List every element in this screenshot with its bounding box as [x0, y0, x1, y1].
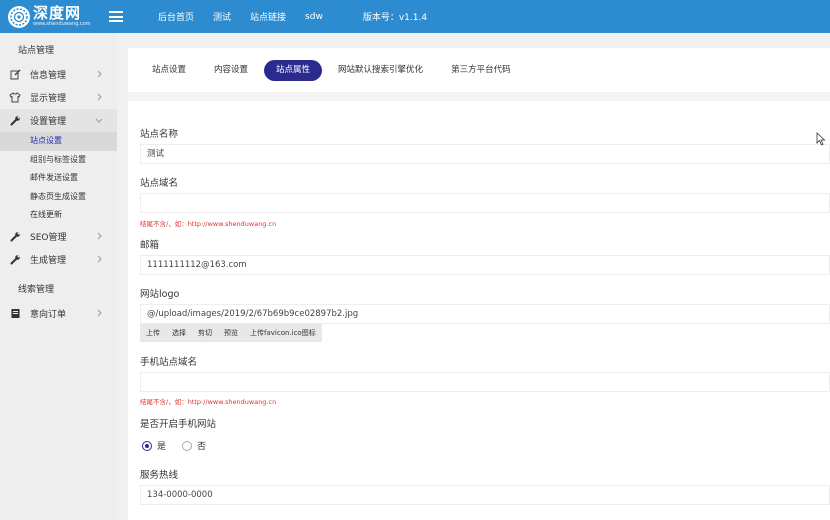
sidebar-subitem-site-settings[interactable]: 站点设置	[0, 132, 117, 151]
sidebar-item-settings[interactable]: 设置管理	[0, 109, 117, 132]
tab-content-settings[interactable]: 内容设置	[202, 60, 260, 81]
wrench-icon	[9, 115, 21, 127]
select-button[interactable]: 选择	[166, 324, 192, 342]
site-name-field[interactable]: 测试	[140, 144, 830, 164]
sidebar-item-label: 设置管理	[30, 117, 67, 127]
main-content: 站点设置 内容设置 站点属性 网站默认搜索引擎优化 第三方平台代码 站点名称 测…	[128, 48, 830, 520]
order-icon	[9, 307, 21, 319]
sidebar: 站点管理 信息管理 显示管理 设置管理 站点设置 组别与标签设置 邮件发送设置 …	[0, 33, 117, 520]
site-domain-field[interactable]	[140, 193, 830, 213]
radio-yes[interactable]	[142, 440, 152, 451]
mobile-domain-label: 手机站点域名	[140, 357, 198, 368]
topnav-sdw-link[interactable]: sdw	[305, 12, 323, 22]
radio-no[interactable]	[182, 440, 193, 451]
hotline-field[interactable]: 134-0000-0000	[140, 485, 830, 505]
chevron-down-icon	[95, 118, 103, 123]
mobile-enable-radios: 是 否	[142, 439, 222, 452]
logo-path-field[interactable]: @/upload/images/2019/2/67b69b9ce02897b2.…	[140, 304, 830, 324]
wrench-icon	[9, 230, 21, 242]
mobile-domain-hint: 结尾不含/，如：http://www.shenduwang.cn	[140, 398, 277, 406]
hotline-label: 服务热线	[140, 470, 179, 481]
upload-favicon-button[interactable]: 上传favicon.ico图标	[244, 324, 322, 342]
site-domain-hint: 结尾不含/，如：http://www.shenduwang.cn	[140, 220, 277, 228]
mobile-enable-label: 是否开启手机网站	[140, 419, 217, 430]
logo-subtext: www.shenduwang.com	[33, 21, 91, 27]
sidebar-item-label: 显示管理	[30, 94, 67, 104]
divider-band	[128, 93, 830, 101]
chevron-right-icon	[97, 93, 102, 101]
chevron-right-icon	[97, 309, 102, 316]
tab-third-party-code[interactable]: 第三方平台代码	[439, 60, 523, 81]
logo-icon	[8, 5, 30, 28]
edit-icon	[9, 69, 21, 81]
site-name-label: 站点名称	[140, 129, 179, 140]
preview-button[interactable]: 预览	[218, 324, 244, 342]
top-nav: 后台首页 测试 站点链接 sdw 版本号：v1.1.4	[158, 10, 428, 24]
sidebar-section-site: 站点管理	[18, 46, 55, 56]
sidebar-subitem-groups-tags[interactable]: 组别与标签设置	[0, 151, 117, 170]
mobile-domain-field[interactable]	[140, 372, 830, 392]
sidebar-item-seo[interactable]: SEO管理	[0, 225, 117, 248]
radio-no-label: 否	[197, 442, 207, 452]
radio-yes-label: 是	[157, 442, 167, 452]
sidebar-item-orders[interactable]: 意向订单	[0, 302, 117, 325]
menu-toggle-icon[interactable]	[109, 11, 123, 22]
topnav-site-link[interactable]: 站点链接	[250, 10, 286, 23]
site-domain-label: 站点域名	[140, 178, 179, 189]
sidebar-section-leads: 线索管理	[18, 284, 55, 295]
sidebar-subitem-online-update[interactable]: 在线更新	[0, 206, 117, 225]
topnav-home-link[interactable]: 后台首页	[158, 10, 194, 23]
tab-site-settings[interactable]: 站点设置	[140, 60, 198, 81]
settings-tabs: 站点设置 内容设置 站点属性 网站默认搜索引擎优化 第三方平台代码	[128, 48, 830, 93]
email-label: 邮箱	[140, 240, 160, 251]
logo-text: 深度网	[33, 4, 82, 22]
upload-button[interactable]: 上传	[140, 324, 166, 342]
email-field[interactable]: 1111111112@163.com	[140, 255, 830, 275]
sidebar-item-label: 生成管理	[30, 255, 67, 266]
sidebar-item-info[interactable]: 信息管理	[0, 63, 117, 86]
upload-button-group: 上传 选择 剪切 预览 上传favicon.ico图标	[140, 324, 322, 342]
tab-seo-default[interactable]: 网站默认搜索引擎优化	[326, 60, 435, 81]
version-label: 版本号：v1.1.4	[362, 13, 428, 23]
wrench-icon	[9, 253, 21, 265]
sidebar-item-label: 信息管理	[30, 71, 67, 81]
sidebar-item-label: SEO管理	[30, 232, 67, 243]
top-bar: 深度网 www.shenduwang.com 后台首页 测试 站点链接 sdw …	[0, 0, 830, 33]
chevron-right-icon	[97, 70, 102, 78]
sidebar-item-display[interactable]: 显示管理	[0, 86, 117, 109]
sidebar-subitem-mail[interactable]: 邮件发送设置	[0, 169, 117, 188]
crop-button[interactable]: 剪切	[192, 324, 218, 342]
chevron-right-icon	[97, 255, 102, 262]
sidebar-item-label: 意向订单	[30, 309, 67, 320]
sidebar-subitem-static-pages[interactable]: 静态页生成设置	[0, 188, 117, 207]
sidebar-item-generate[interactable]: 生成管理	[0, 248, 117, 271]
tab-site-attributes[interactable]: 站点属性	[264, 59, 323, 81]
chevron-right-icon	[97, 232, 102, 239]
mouse-cursor-icon	[816, 132, 826, 146]
logo[interactable]: 深度网 www.shenduwang.com	[0, 0, 120, 33]
topnav-test-link[interactable]: 测试	[213, 10, 231, 23]
logo-label: 网站logo	[140, 289, 180, 300]
shirt-icon	[9, 92, 21, 104]
